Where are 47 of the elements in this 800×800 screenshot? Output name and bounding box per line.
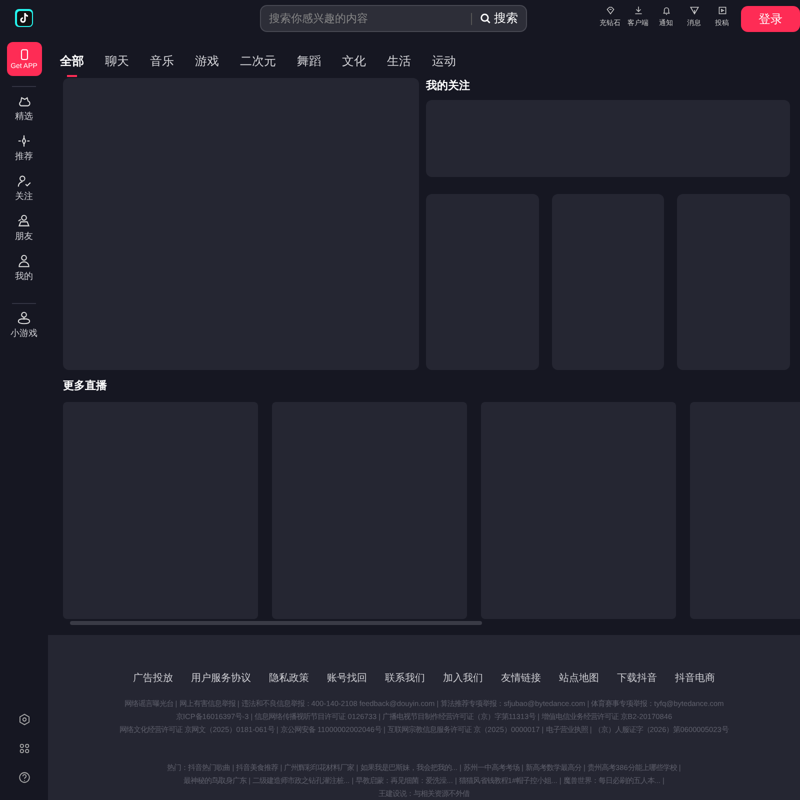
settings-icon[interactable] [18,713,30,726]
apps-icon[interactable] [18,742,30,755]
scrollbar[interactable] [70,621,482,625]
sidebar-item[interactable]: 推荐 [15,133,33,173]
send-icon [688,5,700,16]
help-icon[interactable] [18,771,30,784]
play-icon [716,5,728,16]
diamond-icon [604,5,616,16]
footer-link[interactable]: 用户服务协议 [191,671,251,685]
search-button[interactable]: 搜索 [472,10,526,27]
footer-link[interactable]: 账号找回 [327,671,367,685]
search-field[interactable]: 搜索你感兴趣的内容 搜索 [260,5,527,32]
category-tab[interactable]: 舞蹈 [297,42,321,77]
sidebar-item[interactable]: 我的 [15,253,33,293]
category-tab[interactable]: 全部 [60,42,84,77]
category-tab[interactable]: 文化 [342,42,366,77]
category-tab[interactable]: 运动 [432,42,456,77]
login-button[interactable]: 登录 [741,6,800,32]
footer-link[interactable]: 友情链接 [501,671,541,685]
section-title: 更多直播 [63,378,108,394]
search-icon [480,13,491,24]
people-icon [16,213,32,229]
person-icon [16,253,32,269]
sidebar-item[interactable]: 精选 [15,93,33,133]
footer-link[interactable]: 站点地图 [559,671,599,685]
person-check-icon [16,173,32,189]
sidebar-item[interactable]: 朋友 [15,213,33,253]
download-icon [632,5,644,16]
footer-link[interactable]: 加入我们 [443,671,483,685]
footer-link[interactable]: 广告投放 [133,671,173,685]
logo-icon[interactable] [14,8,34,28]
section-title: 我的关注 [426,78,471,94]
sparkle-icon [16,133,32,149]
sidebar-item[interactable]: 关注 [15,173,33,213]
footer-link[interactable]: 下载抖音 [617,671,657,685]
footer-link[interactable]: 抖音电商 [675,671,715,685]
phone-icon [20,48,28,60]
category-tab[interactable]: 音乐 [150,42,174,77]
sidebar-item[interactable]: 小游戏 [10,310,38,350]
category-tab[interactable]: 游戏 [195,42,219,77]
category-tab[interactable]: 二次元 [240,42,276,77]
footer-link[interactable]: 联系我们 [385,671,425,685]
footer-link[interactable]: 隐私政策 [269,671,309,685]
bell-icon [660,5,672,16]
category-tab[interactable]: 聊天 [105,42,129,77]
person-ring-icon [16,310,32,326]
category-tab[interactable]: 生活 [387,42,411,77]
